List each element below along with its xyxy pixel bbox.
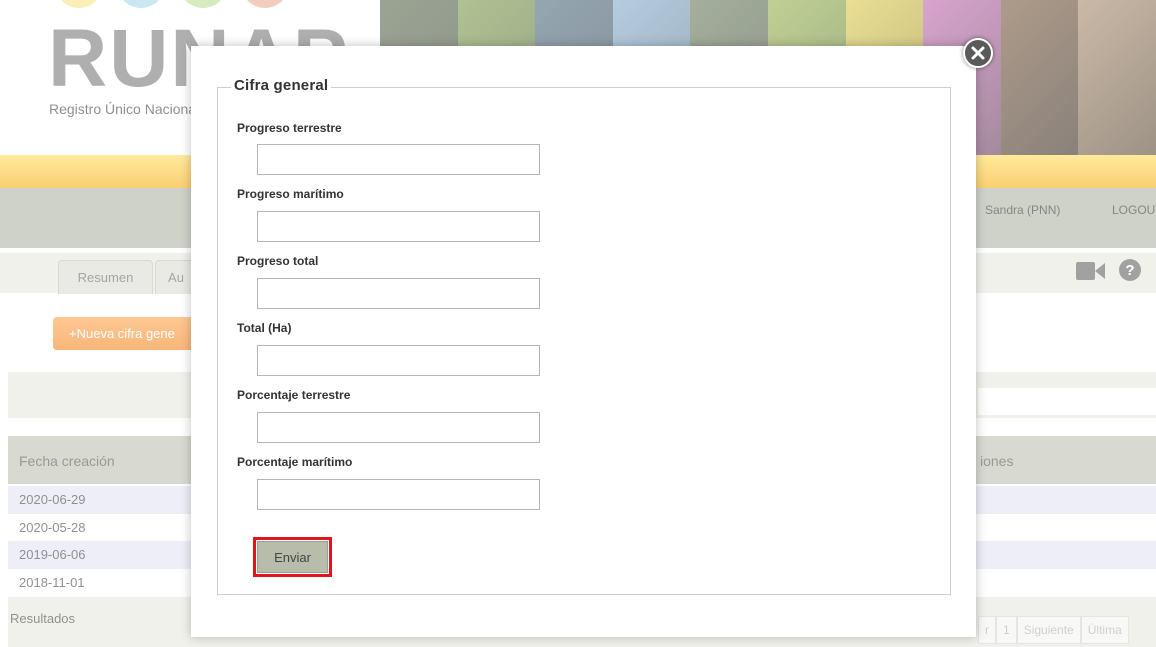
form-legend: Cifra general bbox=[231, 77, 332, 94]
label-progreso-total: Progreso total bbox=[237, 254, 319, 268]
close-icon bbox=[971, 46, 985, 60]
input-progreso-terrestre[interactable] bbox=[257, 144, 540, 175]
input-total-ha[interactable] bbox=[257, 345, 540, 376]
input-progreso-total[interactable] bbox=[257, 278, 540, 309]
input-porcentaje-terrestre[interactable] bbox=[257, 412, 540, 443]
label-porcentaje-terrestre: Porcentaje terrestre bbox=[237, 388, 351, 402]
label-progreso-terrestre: Progreso terrestre bbox=[237, 121, 342, 135]
input-progreso-maritimo[interactable] bbox=[257, 211, 540, 242]
close-modal-button[interactable] bbox=[963, 38, 993, 68]
label-porcentaje-maritimo: Porcentaje marítimo bbox=[237, 455, 353, 469]
label-progreso-maritimo: Progreso marítimo bbox=[237, 187, 344, 201]
submit-button[interactable]: Enviar bbox=[257, 541, 328, 573]
cifra-general-modal: Cifra general Progreso terrestre Progres… bbox=[191, 46, 976, 637]
label-total-ha: Total (Ha) bbox=[237, 321, 292, 335]
input-porcentaje-maritimo[interactable] bbox=[257, 479, 540, 510]
